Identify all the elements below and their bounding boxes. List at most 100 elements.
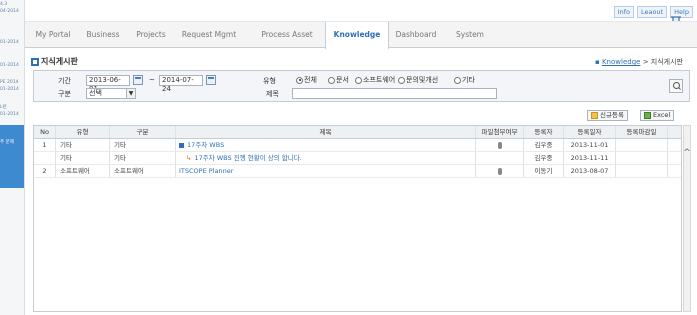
radio-icon [355,76,362,84]
tab-request-mgmt[interactable]: Request Mgmt [176,22,242,48]
knowledge-table: No 유형 구분 제목 파일첨부여부 등록자 등록일자 등록마감일 1 기타 기… [33,125,682,312]
breadcrumb: ▪ Knowledge > 지식게시판 [594,58,683,66]
row-no: 2 [34,165,56,177]
left-strip-item[interactable]: 01-2014 [0,63,24,68]
tab-business[interactable]: Business [82,22,124,48]
type-radio-all[interactable]: 전체 [296,75,317,85]
row-title-link[interactable]: ITSCOPE Planner [179,167,233,175]
row-type: 소프트웨어 [56,165,110,177]
row-attach [476,139,524,151]
row-title-cell: ITSCOPE Planner [176,165,476,177]
date-range-tilde: ~ [149,76,155,84]
date-to-input[interactable]: 2014-07-24 [159,75,203,93]
left-strip-item[interactable]: 04-2014 [0,9,24,14]
col-no-header[interactable]: No [34,126,56,138]
row-no [34,152,56,164]
tab-projects[interactable]: Projects [130,22,172,48]
left-strip-item[interactable]: L련 [0,105,24,110]
col-date-header[interactable]: 등록일자 [564,126,616,138]
tab-process-asset[interactable]: Process Asset [251,22,323,48]
row-title-link[interactable]: 17주차 WBS [187,141,224,149]
row-attach [476,165,524,177]
category-select[interactable]: 선택 ▼ [86,88,136,99]
radio-icon [328,76,335,84]
table-row[interactable]: 1 기타 기타 17주차 WBS 김우중 2013-11-01 [34,139,681,152]
left-strip-item[interactable]: 01-2014 [0,112,24,117]
row-date: 2013-08-07 [564,165,616,177]
row-date: 2013-11-01 [564,139,616,151]
type-radio-software[interactable]: 소프트웨어 [355,75,395,85]
tab-dashboard[interactable]: Dashboard [388,22,444,48]
col-title-header[interactable]: 제목 [176,126,476,138]
row-deadline [616,152,668,164]
content-frame: Info Leaout Help My Portal Business Proj… [25,0,697,315]
reply-arrow-icon: ↳ [186,154,192,162]
excel-label: Excel [653,111,671,119]
board-icon [31,57,39,66]
row-deadline [616,165,668,177]
scroll-up-icon[interactable]: ^ [683,148,691,158]
row-title-link[interactable]: 17주차 WBS 진행 현황이 상의 합니다. [194,154,301,162]
main-nav: My Portal Business Projects Request Mgmt… [25,21,697,49]
tab-system[interactable]: System [445,22,495,48]
tab-knowledge[interactable]: Knowledge [325,22,389,49]
new-register-button[interactable]: 신규등록 [587,110,628,121]
new-register-label: 신규등록 [600,111,624,119]
date-from-input[interactable]: 2013-06-01 [86,75,130,93]
left-strip-selected-label: 주 문제 [0,140,14,145]
type-radio-doc[interactable]: 문서 [328,75,349,85]
excel-button[interactable]: Excel [640,110,675,121]
table-scrollbar[interactable]: ^ [683,125,691,312]
breadcrumb-separator: > [642,58,649,66]
category-label: 구분 [58,90,71,98]
table-row[interactable]: 2 소프트웨어 소프트웨어 ITSCOPE Planner 이동기 2013-0… [34,165,681,178]
table-row[interactable]: 기타 기타 ↳ 17주차 WBS 진행 현황이 상의 합니다. 김우중 2013-… [34,152,681,165]
post-icon [179,142,184,148]
row-no: 1 [34,139,56,151]
table-header: No 유형 구분 제목 파일첨부여부 등록자 등록일자 등록마감일 [34,126,681,139]
search-panel: 기간 2013-06-01 ~ 2014-07-24 유형 전체 문서 소프트웨… [33,70,690,102]
row-category: 기타 [110,139,176,151]
type-radio-etc[interactable]: 기타 [454,75,475,85]
title-search-input[interactable] [292,88,497,99]
left-strip: 4.3 04-2014 01-2014 01-2014 PE 2014 01-2… [0,0,25,315]
app-window: 4.3 04-2014 01-2014 01-2014 PE 2014 01-2… [0,0,697,315]
title-label: 제목 [266,90,279,98]
col-category-header[interactable]: 구분 [110,126,176,138]
row-author: 김우중 [524,139,564,151]
left-strip-item[interactable]: 01-2014 [0,87,24,92]
category-select-value: 선택 [89,89,102,97]
attachment-icon[interactable] [497,167,502,175]
row-type: 기타 [56,152,110,164]
row-title-cell: 17주차 WBS [176,139,476,151]
col-attach-header[interactable]: 파일첨부여부 [476,126,524,138]
page-title: 지식게시판 [31,56,78,67]
type-option-label: 문의및개선 [406,76,439,84]
row-type: 기타 [56,139,110,151]
breadcrumb-knowledge-link[interactable]: Knowledge [602,58,640,66]
calendar-from-icon[interactable] [133,75,143,85]
left-strip-selected[interactable]: 주 문제 [0,125,24,188]
row-category: 기타 [110,152,176,164]
type-option-label: 전체 [304,76,317,84]
row-category: 소프트웨어 [110,165,176,177]
page-title-text: 지식게시판 [41,57,78,66]
col-deadline-header[interactable]: 등록마감일 [616,126,668,138]
col-author-header[interactable]: 등록자 [524,126,564,138]
tab-my-portal[interactable]: My Portal [31,22,75,48]
type-radio-inquiry[interactable]: 문의및개선 [398,75,438,85]
chevron-down-icon: ▼ [126,89,135,98]
left-strip-item[interactable]: 4.3 [0,2,24,7]
search-button[interactable] [669,79,683,93]
new-document-icon [591,112,598,119]
col-type-header[interactable]: 유형 [56,126,110,138]
attachment-icon[interactable] [497,141,502,149]
row-author: 김우중 [524,152,564,164]
left-strip-item[interactable]: PE 2014 [0,80,24,85]
left-strip-item[interactable]: 01-2014 [0,40,24,45]
breadcrumb-current: 지식게시판 [650,58,683,66]
row-title-cell: ↳ 17주차 WBS 진행 현황이 상의 합니다. [176,152,476,164]
period-label: 기간 [58,77,71,85]
calendar-to-icon[interactable] [206,75,216,85]
radio-selected-icon [296,76,303,84]
